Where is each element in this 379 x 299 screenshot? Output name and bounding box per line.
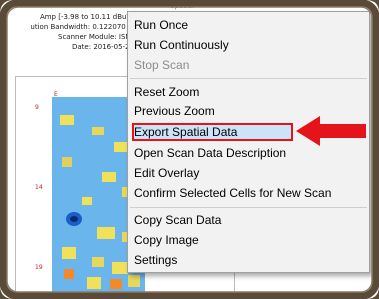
menu-item-open-scan-data-description[interactable]: Open Scan Data Description — [134, 143, 286, 163]
menu-item-run-continuously[interactable]: Run Continuously — [134, 35, 229, 55]
menu-item-run-once[interactable]: Run Once — [134, 15, 188, 35]
menu-item-reset-zoom[interactable]: Reset Zoom — [134, 82, 199, 102]
scanner-module-label: Scanner Module: ISM- — [58, 33, 134, 41]
row-label-14: 14 — [35, 184, 43, 191]
resolution-bandwidth-label: ution Bandwidth: 0.122070 M — [30, 23, 134, 31]
heatmap-cell — [62, 247, 76, 259]
menu-item-export-spatial-data[interactable]: Export Spatial Data — [134, 122, 237, 142]
heatmap-cell — [112, 262, 128, 274]
heatmap-cell — [102, 172, 116, 182]
heatmap-cell-peak-core — [70, 216, 78, 222]
heatmap-cell — [92, 127, 104, 135]
row-label-19: 19 — [35, 264, 43, 271]
menu-separator — [130, 207, 367, 208]
menu-item-settings[interactable]: Settings — [134, 250, 177, 270]
scan-date-label: Date: 2016-05-24 — [72, 43, 134, 51]
menu-item-edit-overlay[interactable]: Edit Overlay — [134, 163, 199, 183]
heatmap-cell — [87, 277, 101, 289]
heatmap-cell — [60, 115, 74, 125]
menu-item-copy-image[interactable]: Copy Image — [134, 230, 199, 250]
heatmap-cell — [62, 157, 72, 167]
heatmap-cell — [97, 227, 115, 239]
plot-title: Spatial — [170, 2, 195, 10]
menu-item-previous-zoom[interactable]: Previous Zoom — [134, 101, 215, 121]
row-label-9: 9 — [35, 104, 39, 111]
amplitude-range-label: Amp [-3.98 to 10.11 dBuV] — [39, 13, 134, 21]
heatmap-cell — [82, 197, 92, 205]
menu-item-confirm-selected-cells[interactable]: Confirm Selected Cells for New Scan — [134, 183, 331, 203]
menu-item-copy-scan-data[interactable]: Copy Scan Data — [134, 210, 221, 230]
red-arrow-icon — [296, 116, 366, 146]
heatmap-cell — [110, 279, 122, 289]
heatmap-cell — [128, 275, 140, 287]
screenshot-frame: Spatial Amp [-3.98 to 10.11 dBuV] ution … — [0, 0, 379, 299]
heatmap-cell — [92, 257, 104, 267]
menu-separator — [130, 78, 367, 79]
heatmap-cell — [64, 269, 74, 279]
menu-item-stop-scan[interactable]: Stop Scan — [134, 55, 189, 75]
